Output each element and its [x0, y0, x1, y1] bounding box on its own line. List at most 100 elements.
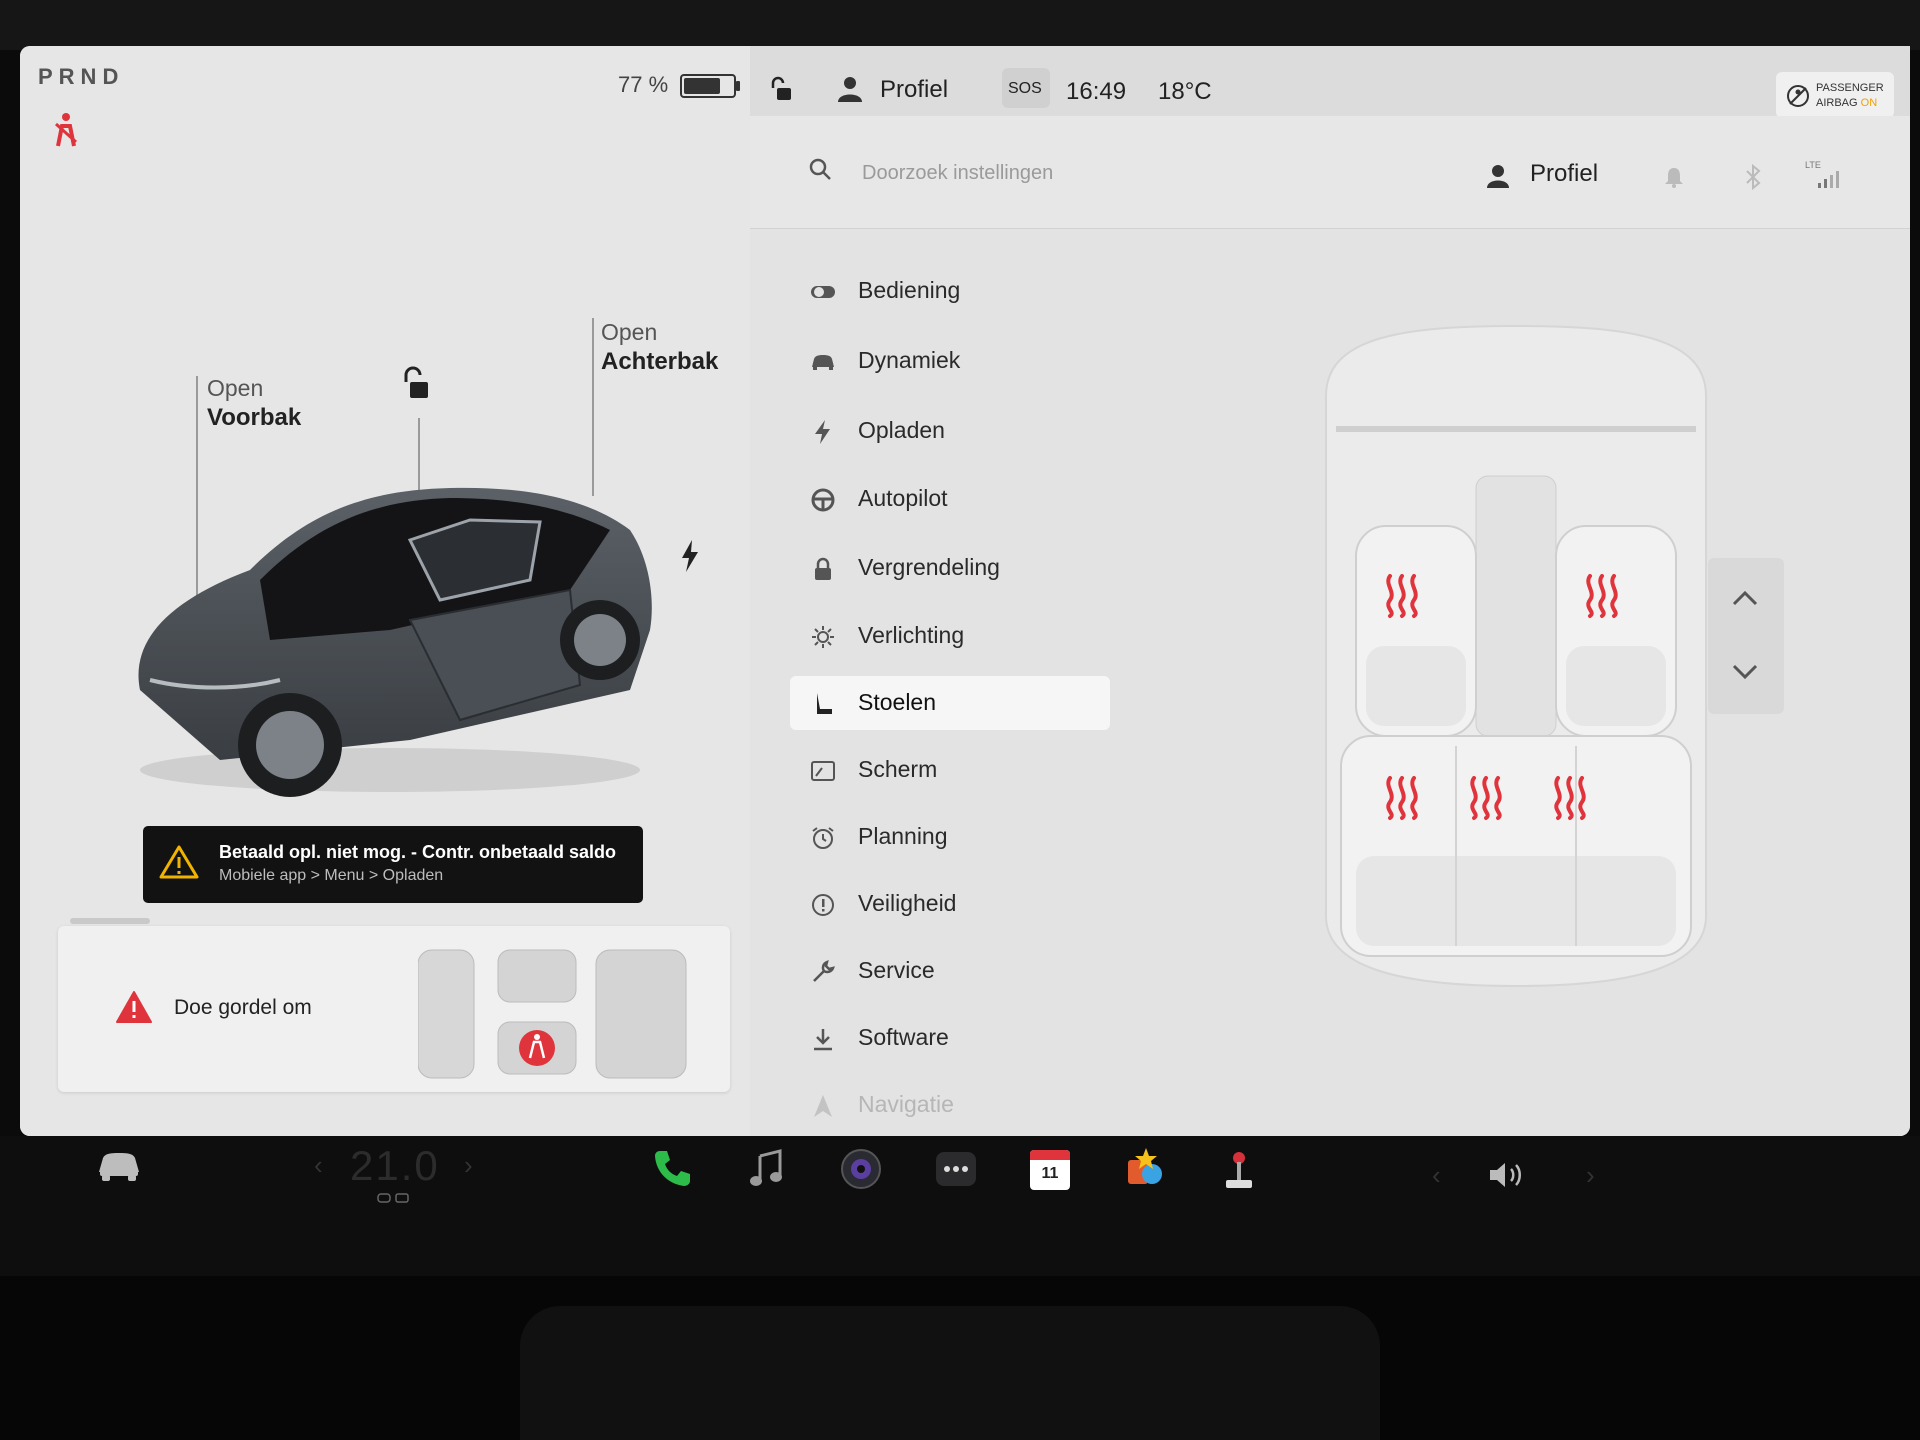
seat-heater-rear-right-button[interactable]: [1544, 762, 1614, 822]
gear-indicator: PRND: [38, 64, 125, 89]
more-apps-button[interactable]: [936, 1152, 976, 1186]
charge-port-bolt-icon[interactable]: [680, 540, 700, 572]
signal-strength-icon: [1818, 171, 1839, 188]
menu-item-service[interactable]: Service: [790, 944, 1110, 998]
car-image: [138, 487, 652, 797]
volume-up-icon[interactable]: ›: [1586, 1160, 1595, 1191]
calendar-app-button[interactable]: 11: [1030, 1150, 1070, 1190]
ellipsis-icon: [944, 1166, 968, 1172]
chevron-up-icon[interactable]: [1730, 588, 1760, 608]
status-profile-button[interactable]: Profiel: [880, 76, 948, 104]
toybox-icon[interactable]: [1124, 1146, 1168, 1190]
defrost-icon[interactable]: [376, 1192, 412, 1206]
menu-label-opladen: Opladen: [858, 417, 945, 443]
menu-label-veiligheid: Veiligheid: [858, 890, 957, 916]
car-icon: [812, 355, 834, 370]
menu-item-opladen[interactable]: Opladen: [790, 404, 1110, 458]
menu-item-software[interactable]: Software: [790, 1011, 1110, 1065]
wrench-icon: [813, 960, 835, 982]
download-icon: [814, 1029, 832, 1051]
bezel: [0, 0, 1920, 50]
menu-item-dynamiek[interactable]: Dynamiek: [790, 334, 1110, 388]
menu-label-navigatie: Navigatie: [858, 1091, 954, 1117]
frunk-action: Open: [207, 375, 264, 401]
seat-heater-driver-button[interactable]: [1376, 560, 1446, 620]
seat-icon: [817, 693, 832, 714]
menu-label-vergrendeling: Vergrendeling: [858, 554, 1000, 580]
cabin-temperature[interactable]: 21.0: [350, 1142, 440, 1190]
center-console: [520, 1306, 1380, 1440]
passenger-airbag-indicator: PASSENGER AIRBAG ON: [1776, 72, 1894, 118]
navigation-icon: [814, 1095, 832, 1117]
driver-seat: [1355, 525, 1477, 737]
menu-item-vergrendeling[interactable]: Vergrendeling: [790, 541, 1110, 595]
calendar-day: 11: [1041, 1165, 1059, 1182]
warning-triangle-icon: [159, 845, 199, 879]
header-profile-button[interactable]: Profiel: [1530, 160, 1598, 188]
temp-down-icon[interactable]: ‹: [314, 1150, 323, 1181]
seat-map-image: [418, 949, 687, 1079]
volume-down-icon[interactable]: ‹: [1432, 1160, 1441, 1191]
menu-item-navigatie[interactable]: Navigatie: [790, 1078, 1110, 1122]
seat-heater-passenger-button[interactable]: [1576, 560, 1646, 620]
menu-label-autopilot: Autopilot: [858, 485, 948, 511]
menu-label-software: Software: [858, 1024, 949, 1050]
car-controls-icon[interactable]: [96, 1148, 142, 1182]
frunk-open-button[interactable]: Open Voorbak: [207, 374, 301, 432]
unlock-icon[interactable]: [398, 366, 432, 402]
menu-label-verlichting: Verlichting: [858, 622, 965, 648]
bluetooth-icon[interactable]: [1744, 164, 1762, 190]
seat-heater-rear-center-button[interactable]: [1460, 762, 1530, 822]
menu-item-scherm[interactable]: Scherm: [790, 743, 1110, 797]
seatbelt-reminder-card[interactable]: Doe gordel om: [58, 926, 730, 1092]
battery-percent: 77 %: [618, 72, 669, 97]
menu-item-autopilot[interactable]: Autopilot: [790, 472, 1110, 526]
menu-item-verlichting[interactable]: Verlichting: [790, 609, 1110, 663]
temp-up-icon[interactable]: ›: [464, 1150, 473, 1181]
sos-label: SOS: [1008, 80, 1042, 97]
passenger-seat: [1555, 525, 1677, 737]
charging-alert-banner[interactable]: Betaald opl. niet mog. - Contr. onbetaal…: [143, 826, 643, 903]
card-handle[interactable]: [70, 918, 150, 924]
alert-triangle-icon: [116, 991, 152, 1023]
header-profile-icon: [1487, 165, 1509, 188]
clock: 16:49: [1066, 78, 1127, 105]
outside-temperature: 18°C: [1158, 78, 1212, 105]
phone-icon[interactable]: [652, 1148, 692, 1188]
menu-label-scherm: Scherm: [858, 756, 938, 782]
seatbelt-reminder-text: Doe gordel om: [174, 996, 312, 1019]
info-circle-icon: [812, 894, 834, 916]
frunk-label: Voorbak: [207, 404, 302, 431]
steering-wheel-icon: [811, 488, 835, 512]
menu-item-veiligheid[interactable]: Veiligheid: [790, 877, 1110, 931]
search-input[interactable]: [860, 152, 1204, 194]
sos-button[interactable]: SOS: [1002, 68, 1050, 108]
lock-status-icon[interactable]: [768, 76, 794, 102]
menu-item-stoelen[interactable]: Stoelen: [790, 676, 1110, 730]
menu-item-planning[interactable]: Planning: [790, 810, 1110, 864]
arcade-joystick-icon[interactable]: [1222, 1150, 1256, 1192]
console-below-screen: [0, 1276, 1920, 1440]
alert-title: Betaald opl. niet mog. - Contr. onbetaal…: [219, 842, 617, 862]
camera-icon[interactable]: [840, 1148, 882, 1190]
menu-item-bediening[interactable]: Bediening: [790, 264, 1110, 318]
menu-label-service: Service: [858, 957, 935, 983]
chevron-down-icon[interactable]: [1730, 662, 1760, 682]
seat-scroll-control: [1708, 558, 1784, 714]
trunk-open-button[interactable]: Open Achterbak: [601, 318, 718, 376]
screen-icon: [811, 761, 835, 781]
airbag-line1: PASSENGER: [1816, 82, 1884, 94]
menu-label-stoelen: Stoelen: [858, 689, 937, 715]
volume-icon[interactable]: [1488, 1160, 1528, 1190]
bell-icon[interactable]: [1664, 166, 1684, 188]
search-icon: [809, 158, 831, 180]
alert-subtitle: Mobiele app > Menu > Opladen: [219, 867, 444, 884]
seatbelt-warning-icon: [54, 113, 78, 147]
music-icon[interactable]: [748, 1148, 784, 1188]
profile-icon: [838, 77, 862, 102]
sun-icon: [812, 626, 834, 648]
menu-label-planning: Planning: [858, 823, 948, 849]
airbag-line2: AIRBAG: [1816, 97, 1858, 109]
seat-heater-rear-left-button[interactable]: [1376, 762, 1446, 822]
seat-heater-diagram: [1325, 324, 1707, 988]
